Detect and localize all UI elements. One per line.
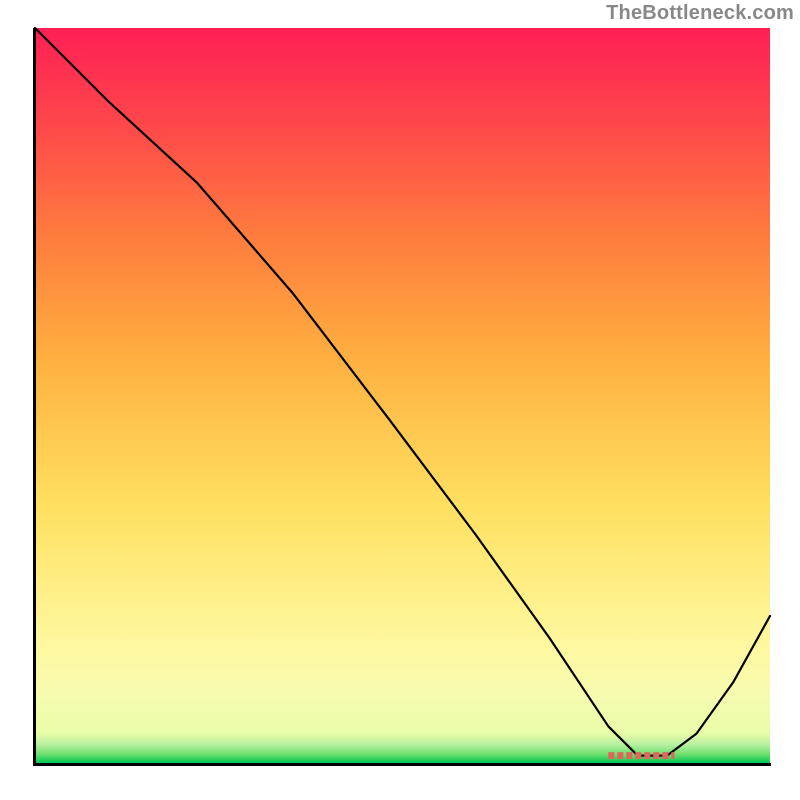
curve-line [35,28,770,756]
chart-container: TheBottleneck.com [0,0,800,800]
chart-svg [35,28,770,763]
x-axis [33,763,771,766]
watermark-text: TheBottleneck.com [606,2,794,25]
